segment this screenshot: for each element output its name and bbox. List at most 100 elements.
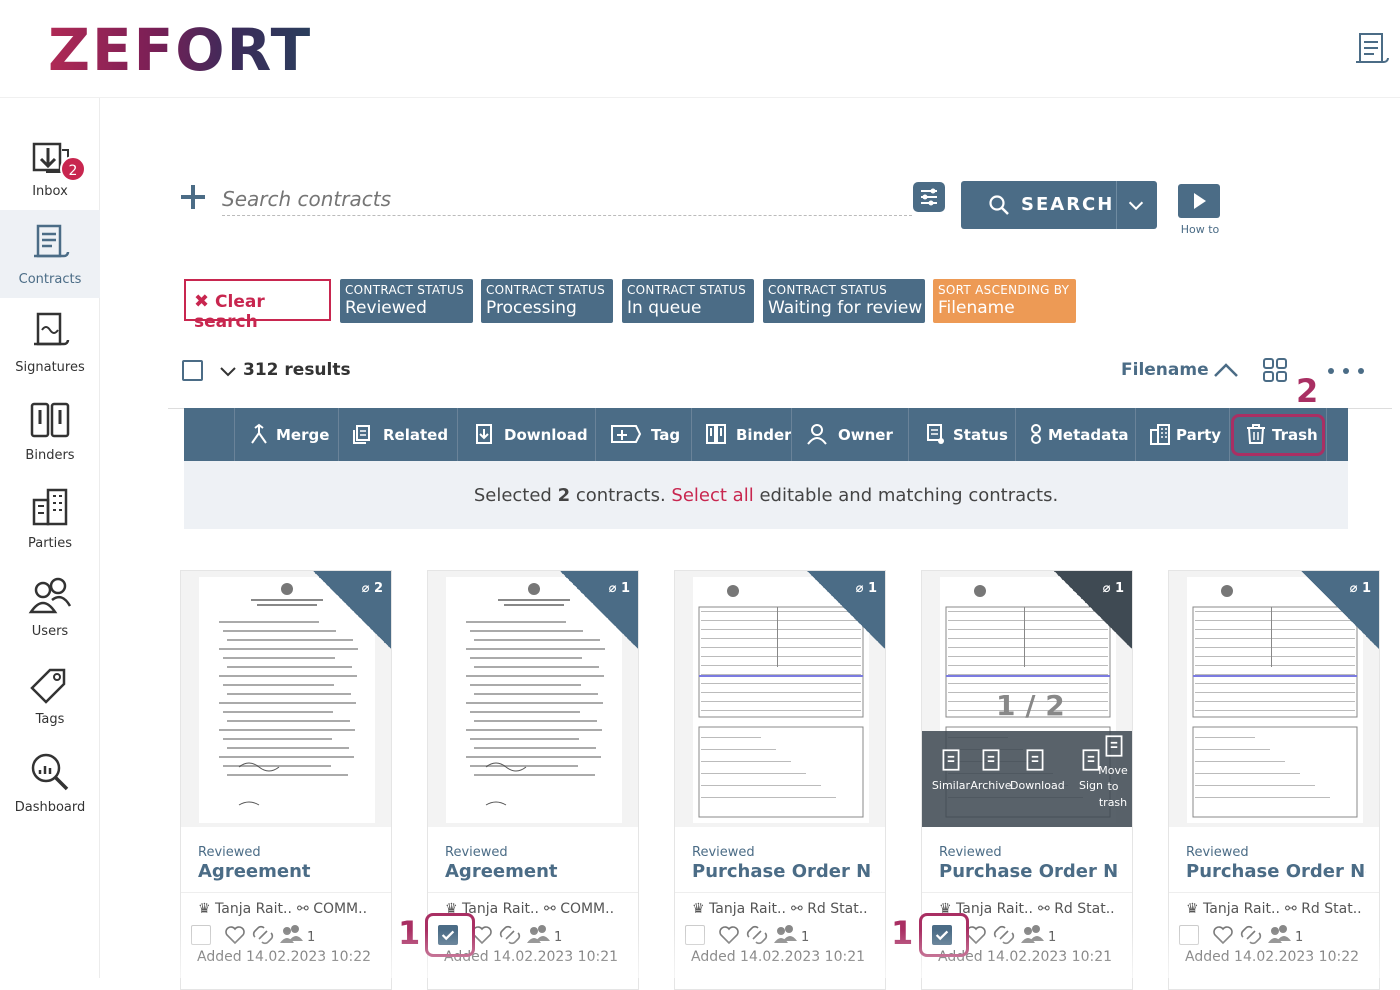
contract-party[interactable]: ⚯ COMM.. — [544, 901, 614, 917]
sidebar-item-contracts[interactable]: Contracts — [0, 210, 100, 298]
sidebar-item-parties[interactable]: Parties — [0, 474, 100, 562]
card-divider — [428, 892, 638, 893]
contract-title[interactable]: Purchase Order No: 4200004673 Origi.. — [939, 861, 1119, 889]
contract-select-checkbox[interactable] — [685, 925, 705, 945]
contract-thumbnail[interactable]: ⌀ 1 — [428, 571, 638, 827]
sidebar-item-binders[interactable]: Binders — [0, 386, 100, 474]
contract-thumbnail[interactable]: ⌀ 2 — [181, 571, 391, 827]
party-button[interactable]: Party — [1135, 408, 1229, 461]
select-all-link[interactable]: Select all — [671, 485, 753, 506]
users-icon — [280, 925, 303, 943]
filter-chip-status-waiting[interactable]: CONTRACT STATUS Waiting for review — [763, 279, 925, 323]
selection-count: 2 — [557, 485, 571, 506]
filter-chip-status-in-queue[interactable]: CONTRACT STATUS In queue — [622, 279, 754, 323]
download-button[interactable]: Download — [1010, 745, 1065, 825]
how-to-label[interactable]: How to — [1170, 223, 1230, 236]
card-quick-icons: 1 — [966, 925, 1056, 945]
related-button[interactable]: Related — [338, 408, 457, 461]
tag-button[interactable]: Tag — [595, 408, 691, 461]
contract-scroll-icon[interactable] — [1352, 28, 1392, 70]
contract-party[interactable]: ⚯ Rd Stat.. — [1285, 901, 1362, 917]
contract-thumbnail[interactable]: ⌀ 1 1 / 2 Similar Archive Download Sign Move t… — [922, 571, 1132, 827]
contract-owner[interactable]: ♛ Tanja Rait.. — [692, 901, 786, 917]
contract-party[interactable]: ⚯ COMM.. — [297, 901, 367, 917]
chevron-down-icon[interactable] — [1125, 194, 1147, 216]
contract-thumbnail[interactable]: ⌀ 1 — [1169, 571, 1379, 827]
sidebar-item-inbox[interactable]: 2 Inbox — [0, 122, 100, 210]
search-filter-button[interactable] — [913, 182, 945, 212]
sidebar-item-tags[interactable]: Tags — [0, 650, 100, 738]
contract-select-checkbox[interactable] — [191, 925, 211, 945]
more-options-icon[interactable] — [1326, 366, 1366, 376]
filter-chip-status-reviewed[interactable]: CONTRACT STATUS Reviewed — [340, 279, 473, 323]
added-date: Added 14.02.2023 10:22 — [1185, 949, 1360, 965]
link-icon[interactable] — [1240, 925, 1262, 945]
owner-icon — [807, 424, 827, 445]
select-all-checkbox[interactable] — [182, 360, 203, 381]
metadata-button[interactable]: Metadata — [1015, 408, 1135, 461]
sidebar-item-label: Users — [31, 624, 69, 639]
contract-title[interactable]: Purchase Order No: 4200004673 Origi.. — [692, 861, 872, 889]
link-icon[interactable] — [499, 925, 521, 945]
merge-icon — [251, 423, 267, 444]
sidebar-item-signatures[interactable]: Signatures — [0, 298, 100, 386]
paperclip-icon: ⌀ — [855, 581, 864, 596]
inbox-badge: 2 — [60, 156, 86, 182]
contract-title[interactable]: Agreement — [445, 861, 625, 889]
crown-icon: ♛ — [692, 901, 705, 917]
link-icon[interactable] — [252, 925, 274, 945]
grid-view-icon[interactable] — [1262, 357, 1288, 383]
building-icon — [1150, 424, 1170, 445]
user-count: 1 — [801, 930, 809, 945]
chevron-up-icon[interactable] — [1212, 360, 1240, 380]
link-icon[interactable] — [746, 925, 768, 945]
status-button[interactable]: Status — [908, 408, 1015, 461]
contract-title[interactable]: Agreement — [198, 861, 378, 889]
clear-search-button[interactable]: ✖ Clear search — [184, 279, 331, 332]
sidebar-item-users[interactable]: Users — [0, 562, 100, 650]
results-count: 312 results — [243, 360, 351, 380]
move-to-trash-button[interactable]: Move to trash — [1098, 735, 1128, 825]
sort-chip-filename[interactable]: SORT ASCENDING BY Filename — [933, 279, 1076, 323]
heart-icon[interactable] — [719, 926, 739, 945]
page-indicator: 1 / 2 — [996, 689, 1065, 722]
how-to-video-button[interactable] — [1178, 184, 1220, 218]
contract-owner[interactable]: ♛ Tanja Rait.. — [198, 901, 292, 917]
heart-icon[interactable] — [1213, 926, 1233, 945]
binder-button[interactable]: Binder — [691, 408, 792, 461]
trash-icon — [1105, 735, 1123, 757]
archive-button[interactable]: Archive — [966, 745, 1016, 825]
contract-title[interactable]: Purchase Order No: 4200004673 Origi.. — [1186, 861, 1366, 889]
sort-field-selector[interactable]: Filename — [1121, 360, 1209, 380]
contract-card[interactable]: ⌀ 2 Reviewed Agreement ♛ Tanja Rait.. ⚯ COMM… — [180, 570, 392, 990]
chevron-down-icon[interactable] — [218, 362, 238, 382]
contract-party[interactable]: ⚯ Rd Stat.. — [791, 901, 868, 917]
contract-status: Reviewed — [692, 845, 755, 860]
contract-card[interactable]: ⌀ 1 ReviewedPurchase Order No: 4200004673… — [1168, 570, 1380, 990]
contract-thumbnail[interactable]: ⌀ 1 — [675, 571, 885, 827]
merge-button[interactable]: Merge — [234, 408, 338, 461]
contract-party[interactable]: ⚯ Rd Stat.. — [1038, 901, 1115, 917]
search-input[interactable] — [222, 182, 912, 216]
contract-owner[interactable]: ♛ Tanja Rait.. — [1186, 901, 1280, 917]
chip-value: Processing — [486, 298, 577, 318]
owner-button[interactable]: Owner — [791, 408, 908, 461]
add-contract-icon[interactable] — [178, 182, 208, 212]
heart-icon[interactable] — [472, 926, 492, 945]
heart-icon[interactable] — [966, 926, 986, 945]
attachment-count: ⌀ 1 — [1102, 581, 1124, 596]
search-button[interactable]: SEARCH — [961, 181, 1157, 229]
heart-icon[interactable] — [225, 926, 245, 945]
handshake-icon: ⚯ — [1038, 901, 1050, 917]
sidebar-item-dashboard[interactable]: Dashboard — [0, 738, 100, 826]
contract-select-checkbox[interactable] — [1179, 925, 1199, 945]
filter-chip-status-processing[interactable]: CONTRACT STATUS Processing — [481, 279, 613, 323]
contract-status: Reviewed — [198, 845, 261, 860]
contract-status: Reviewed — [939, 845, 1002, 860]
contract-card[interactable]: ⌀ 1 ReviewedPurchase Order No: 4200004673… — [674, 570, 886, 990]
link-icon[interactable] — [993, 925, 1015, 945]
download-button[interactable]: Download — [457, 408, 595, 461]
zefort-logo[interactable]: ZEFORT — [48, 16, 312, 84]
hover-action-label: Archive — [970, 779, 1012, 792]
sidebar-item-label: Dashboard — [14, 800, 86, 815]
